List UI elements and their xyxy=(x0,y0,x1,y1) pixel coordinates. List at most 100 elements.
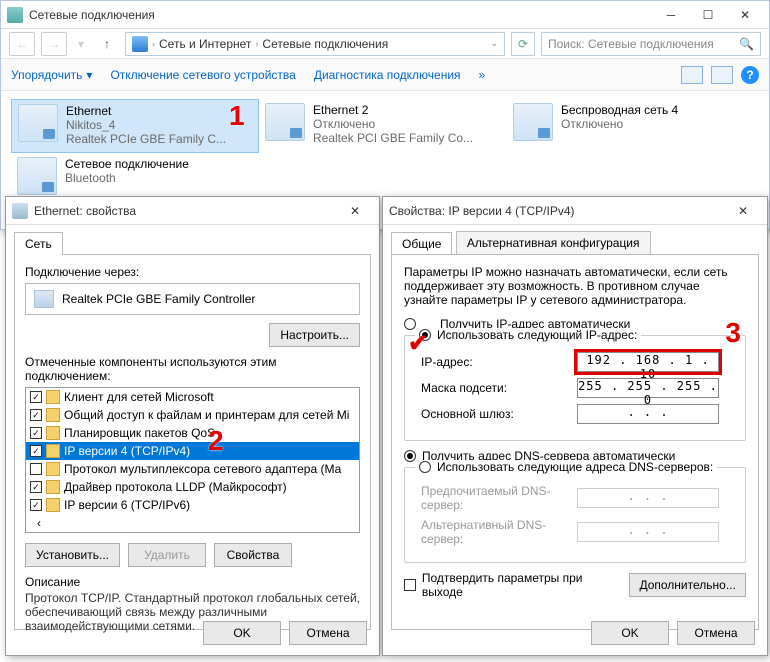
checkbox[interactable]: ✓ xyxy=(30,445,42,457)
view-button-1[interactable] xyxy=(681,66,703,84)
close-button[interactable]: ✕ xyxy=(725,200,761,222)
titlebar[interactable]: Свойства: IP версии 4 (TCP/IPv4) ✕ xyxy=(383,197,767,225)
control-panel-icon xyxy=(132,36,148,52)
close-button[interactable]: ✕ xyxy=(727,4,763,26)
search-input[interactable]: Поиск: Сетевые подключения 🔍 xyxy=(541,32,761,56)
subnet-mask-input[interactable]: 255 . 255 . 255 . 0 xyxy=(577,378,719,398)
list-item[interactable]: ‹ xyxy=(26,514,359,532)
checkbox[interactable]: ✓ xyxy=(30,481,42,493)
item-title: Ethernet xyxy=(66,104,226,118)
ip-address-input[interactable]: 192 . 168 . 1 . 10 xyxy=(577,352,719,372)
ok-button[interactable]: OK xyxy=(203,621,281,645)
annotation-3: 3 xyxy=(725,317,741,349)
component-icon xyxy=(46,426,60,440)
connection-ethernet[interactable]: Ethernet Nikitos_4 Realtek PCIe GBE Fami… xyxy=(11,99,259,153)
tab-network[interactable]: Сеть xyxy=(14,232,63,255)
item-sub1: Отключено xyxy=(313,117,473,131)
component-icon xyxy=(46,498,60,512)
nic-icon xyxy=(34,290,54,308)
component-icon xyxy=(46,444,60,458)
radio-use-ip[interactable]: Использовать следующий IP-адрес: xyxy=(437,328,637,342)
components-list[interactable]: ✓Клиент для сетей Microsoft ✓Общий досту… xyxy=(25,387,360,533)
component-icon xyxy=(46,390,60,404)
tab-alternative[interactable]: Альтернативная конфигурация xyxy=(456,231,651,254)
view-button-2[interactable] xyxy=(711,66,733,84)
help-button[interactable]: ? xyxy=(741,66,759,84)
list-item[interactable]: ✓Общий доступ к файлам и принтерам для с… xyxy=(26,406,359,424)
search-icon: 🔍 xyxy=(739,37,754,51)
breadcrumb[interactable]: › Сеть и Интернет › Сетевые подключения … xyxy=(125,32,505,56)
checkbox-icon xyxy=(404,579,416,591)
ethernet-properties-window: Ethernet: свойства ✕ Сеть Подключение че… xyxy=(5,196,380,656)
chevron-right-icon: › xyxy=(152,39,155,49)
disable-device-button[interactable]: Отключение сетевого устройства xyxy=(110,68,295,82)
annotation-check-icon: ✔ xyxy=(408,329,428,358)
chevron-right-icon: › xyxy=(255,39,258,49)
install-button[interactable]: Установить... xyxy=(25,543,120,567)
item-title: Сетевое подключение xyxy=(65,157,189,171)
chevron-left-icon: ‹ xyxy=(30,516,48,530)
tab-general[interactable]: Общие xyxy=(391,232,452,255)
close-button[interactable]: ✕ xyxy=(337,200,373,222)
gw-label: Основной шлюз: xyxy=(421,407,577,421)
checkbox[interactable]: ✓ xyxy=(30,499,42,511)
item-title: Ethernet 2 xyxy=(313,103,473,117)
adapter-icon xyxy=(18,104,58,142)
organize-menu[interactable]: Упорядочить ▾ xyxy=(11,68,92,82)
list-item[interactable]: Протокол мультиплексора сетевого адаптер… xyxy=(26,460,359,478)
remove-button[interactable]: Удалить xyxy=(128,543,206,567)
checkbox[interactable]: ✓ xyxy=(30,427,42,439)
list-item[interactable]: ✓IP версии 6 (TCP/IPv6) xyxy=(26,496,359,514)
connection-ethernet2[interactable]: Ethernet 2 Отключено Realtek PCI GBE Fam… xyxy=(259,99,507,153)
diagnose-button[interactable]: Диагностика подключения xyxy=(314,68,461,82)
checkbox[interactable]: ✓ xyxy=(30,409,42,421)
maximize-button[interactable]: ☐ xyxy=(690,4,726,26)
radio-use-dns[interactable]: Использовать следующие адреса DNS-сервер… xyxy=(437,460,713,474)
adapter-icon xyxy=(265,103,305,141)
crumb-network[interactable]: Сеть и Интернет xyxy=(159,37,251,51)
back-button[interactable]: ← xyxy=(9,32,35,56)
connection-wifi[interactable]: Беспроводная сеть 4 Отключено xyxy=(507,99,755,153)
properties-button[interactable]: Свойства xyxy=(214,543,292,567)
component-icon xyxy=(46,408,60,422)
ip-label: IP-адрес: xyxy=(421,355,577,369)
minimize-button[interactable]: ─ xyxy=(653,4,689,26)
info-paragraph: Параметры IP можно назначать автоматичес… xyxy=(404,265,746,307)
forward-button[interactable]: → xyxy=(41,32,67,56)
checkbox[interactable] xyxy=(30,463,42,475)
checkbox[interactable]: ✓ xyxy=(30,391,42,403)
component-icon xyxy=(46,480,60,494)
dns2-input: . . . xyxy=(577,522,719,542)
components-label: Отмеченные компоненты используются этим … xyxy=(25,355,360,383)
cancel-button[interactable]: Отмена xyxy=(677,621,755,645)
validate-checkbox[interactable]: Подтвердить параметры при выходе Дополни… xyxy=(404,571,746,599)
more-menu[interactable]: » xyxy=(479,68,486,82)
titlebar[interactable]: Сетевые подключения ─ ☐ ✕ xyxy=(1,1,769,29)
item-sub1: Отключено xyxy=(561,117,678,131)
command-bar: Упорядочить ▾ Отключение сетевого устрой… xyxy=(1,59,769,91)
list-item[interactable]: ✓Планировщик пакетов QoS xyxy=(26,424,359,442)
list-item-ipv4[interactable]: ✓IP версии 4 (TCP/IPv4) xyxy=(26,442,359,460)
chevron-down-icon[interactable]: ⌄ xyxy=(490,38,498,49)
ipv4-properties-window: Свойства: IP версии 4 (TCP/IPv4) ✕ Общие… xyxy=(382,196,768,656)
list-item[interactable]: ✓Драйвер протокола LLDP (Майкрософт) xyxy=(26,478,359,496)
refresh-button[interactable]: ⟳ xyxy=(511,32,535,56)
gateway-input[interactable]: . . . xyxy=(577,404,719,424)
ok-button[interactable]: OK xyxy=(591,621,669,645)
advanced-button[interactable]: Дополнительно... xyxy=(629,573,746,597)
crumb-connections[interactable]: Сетевые подключения xyxy=(262,37,388,51)
adapter-icon xyxy=(12,203,28,219)
window-title: Свойства: IP версии 4 (TCP/IPv4) xyxy=(389,204,725,218)
radio-icon[interactable] xyxy=(419,461,431,473)
titlebar[interactable]: Ethernet: свойства ✕ xyxy=(6,197,379,225)
address-bar: ← → ▾ ↑ › Сеть и Интернет › Сетевые подк… xyxy=(1,29,769,59)
recent-dropdown[interactable]: ▾ xyxy=(73,32,89,56)
cancel-button[interactable]: Отмена xyxy=(289,621,367,645)
description-title: Описание xyxy=(25,575,360,589)
annotation-2: 2 xyxy=(208,425,224,457)
configure-button[interactable]: Настроить... xyxy=(269,323,360,347)
item-sub2: Realtek PCIe GBE Family C... xyxy=(66,132,226,146)
adapter-icon xyxy=(513,103,553,141)
up-button[interactable]: ↑ xyxy=(95,32,119,56)
list-item[interactable]: ✓Клиент для сетей Microsoft xyxy=(26,388,359,406)
